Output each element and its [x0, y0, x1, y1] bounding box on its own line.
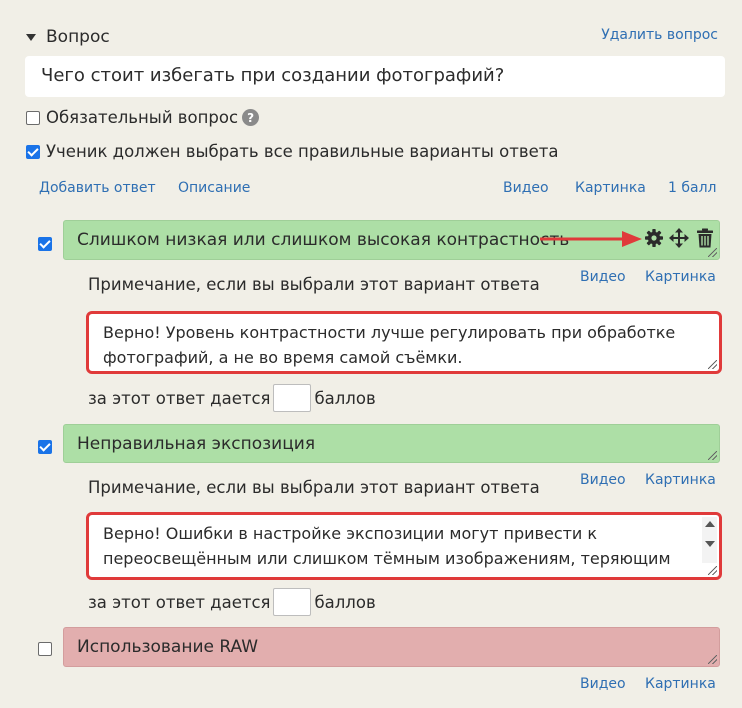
answer-2-points-suffix: баллов: [314, 592, 376, 612]
scroll-down-icon[interactable]: [704, 541, 715, 547]
question-video-link[interactable]: Видео: [503, 180, 549, 196]
answer-3-field[interactable]: Использование RAW: [63, 627, 720, 667]
answer-1-points-input[interactable]: [273, 384, 312, 412]
answer-1-note-label: Примечание, если вы выбрали этот вариант…: [88, 275, 540, 294]
answer-1-points-suffix: баллов: [314, 388, 376, 408]
description-link[interactable]: Описание: [178, 180, 250, 196]
answer-2-points-input[interactable]: [273, 588, 312, 616]
answer-2-checkbox-wrap: [38, 436, 52, 455]
section-title: Вопрос: [46, 27, 110, 47]
answer-2-picture-link[interactable]: Картинка: [645, 472, 716, 488]
help-icon[interactable]: ?: [242, 109, 260, 126]
answer-3-picture-link[interactable]: Картинка: [645, 676, 716, 692]
answer-3-correct-checkbox[interactable]: [38, 642, 52, 656]
answer-2-points-prefix: за этот ответ дается: [88, 592, 271, 612]
delete-question-link[interactable]: Удалить вопрос: [601, 27, 718, 43]
add-answer-link[interactable]: Добавить ответ: [39, 180, 156, 196]
answer-3-video-link[interactable]: Видео: [580, 676, 626, 692]
answer-1-points-prefix: за этот ответ дается: [88, 388, 271, 408]
required-checkbox[interactable]: [26, 110, 40, 125]
note-scrollbar[interactable]: [702, 517, 717, 563]
answer-1-picture-link[interactable]: Картинка: [645, 269, 716, 285]
answer-1-checkbox-wrap: [38, 233, 52, 252]
all-correct-label: Ученик должен выбрать все правильные вар…: [46, 142, 559, 161]
all-correct-checkbox[interactable]: [26, 144, 40, 159]
answer-2-text: Неправильная экспозиция: [77, 433, 316, 454]
question-text-field[interactable]: Чего стоит избегать при создании фотогра…: [25, 56, 725, 97]
question-picture-link[interactable]: Картинка: [575, 180, 646, 196]
gear-icon[interactable]: [644, 228, 664, 248]
answer-2-video-link[interactable]: Видео: [580, 472, 626, 488]
trash-icon[interactable]: [696, 228, 714, 248]
answer-1-note-text: Верно! Уровень контрастности лучше регул…: [103, 323, 676, 367]
answer-1-points-row: за этот ответ дается баллов: [88, 384, 376, 412]
answer-3-text: Использование RAW: [77, 637, 258, 657]
answer-2-note-label: Примечание, если вы выбрали этот вариант…: [88, 478, 540, 497]
answer-1-correct-checkbox[interactable]: [38, 237, 52, 251]
answer-1-video-link[interactable]: Видео: [580, 269, 626, 285]
resize-handle-icon[interactable]: [708, 566, 717, 575]
answer-3-checkbox-wrap: [38, 641, 52, 660]
all-correct-row: Ученик должен выбрать все правильные вар…: [26, 142, 558, 161]
answer-2-points-row: за этот ответ дается баллов: [88, 588, 376, 616]
collapse-caret-icon[interactable]: [26, 34, 36, 41]
answer-1-text: Слишком низкая или слишком высокая контр…: [77, 230, 570, 250]
answer-2-field[interactable]: Неправильная экспозиция: [63, 424, 720, 463]
red-arrow-icon: [540, 231, 642, 247]
question-points-link[interactable]: 1 балл: [668, 180, 716, 196]
scroll-up-icon[interactable]: [704, 521, 715, 527]
answer-2-note-field[interactable]: Верно! Ошибки в настройке экспозиции мог…: [86, 512, 722, 580]
answer-2-note-text: Верно! Ошибки в настройке экспозиции мог…: [103, 524, 671, 568]
resize-handle-icon[interactable]: [708, 655, 717, 664]
resize-handle-icon[interactable]: [708, 360, 717, 369]
resize-handle-icon[interactable]: [708, 248, 717, 257]
move-icon[interactable]: [669, 228, 689, 248]
question-text: Чего стоит избегать при создании фотогра…: [41, 65, 505, 86]
resize-handle-icon[interactable]: [708, 451, 717, 460]
required-label: Обязательный вопрос: [46, 108, 239, 127]
answer-2-correct-checkbox[interactable]: [38, 440, 52, 454]
required-question-row: Обязательный вопрос ?: [26, 108, 260, 127]
answer-1-note-field[interactable]: Верно! Уровень контрастности лучше регул…: [86, 311, 722, 374]
